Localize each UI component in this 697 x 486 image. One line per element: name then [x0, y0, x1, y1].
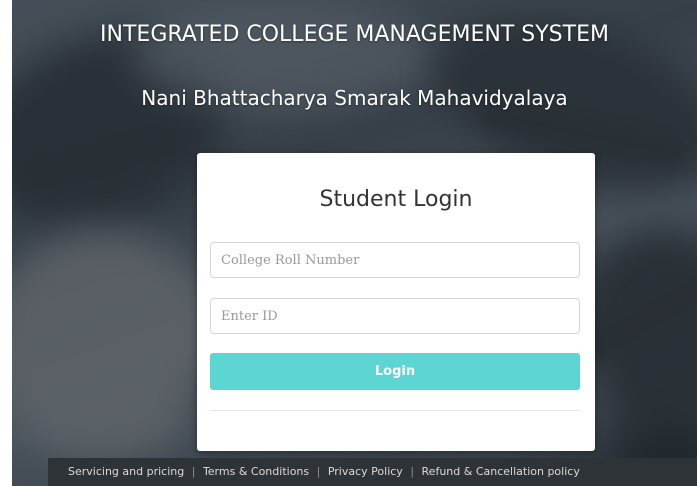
login-card: Student Login Login	[197, 153, 595, 451]
card-divider	[210, 410, 580, 411]
footer-link-refund[interactable]: Refund & Cancellation policy	[422, 465, 580, 478]
footer-link-servicing-pricing[interactable]: Servicing and pricing	[68, 465, 184, 478]
footer-separator: |	[316, 465, 321, 478]
login-button[interactable]: Login	[210, 353, 580, 390]
login-page: INTEGRATED COLLEGE MANAGEMENT SYSTEM Nan…	[0, 0, 697, 486]
college-name: Nani Bhattacharya Smarak Mahavidyalaya	[141, 86, 568, 110]
login-heading: Student Login	[319, 187, 473, 212]
college-roll-number-input[interactable]	[210, 242, 580, 278]
footer-link-terms[interactable]: Terms & Conditions	[203, 465, 309, 478]
footer-separator: |	[191, 465, 196, 478]
footer-link-privacy[interactable]: Privacy Policy	[328, 465, 403, 478]
footer-separator: |	[410, 465, 415, 478]
footer-links: Servicing and pricing | Terms & Conditio…	[48, 458, 697, 486]
system-title: INTEGRATED COLLEGE MANAGEMENT SYSTEM	[100, 22, 609, 47]
enter-id-input[interactable]	[210, 298, 580, 334]
